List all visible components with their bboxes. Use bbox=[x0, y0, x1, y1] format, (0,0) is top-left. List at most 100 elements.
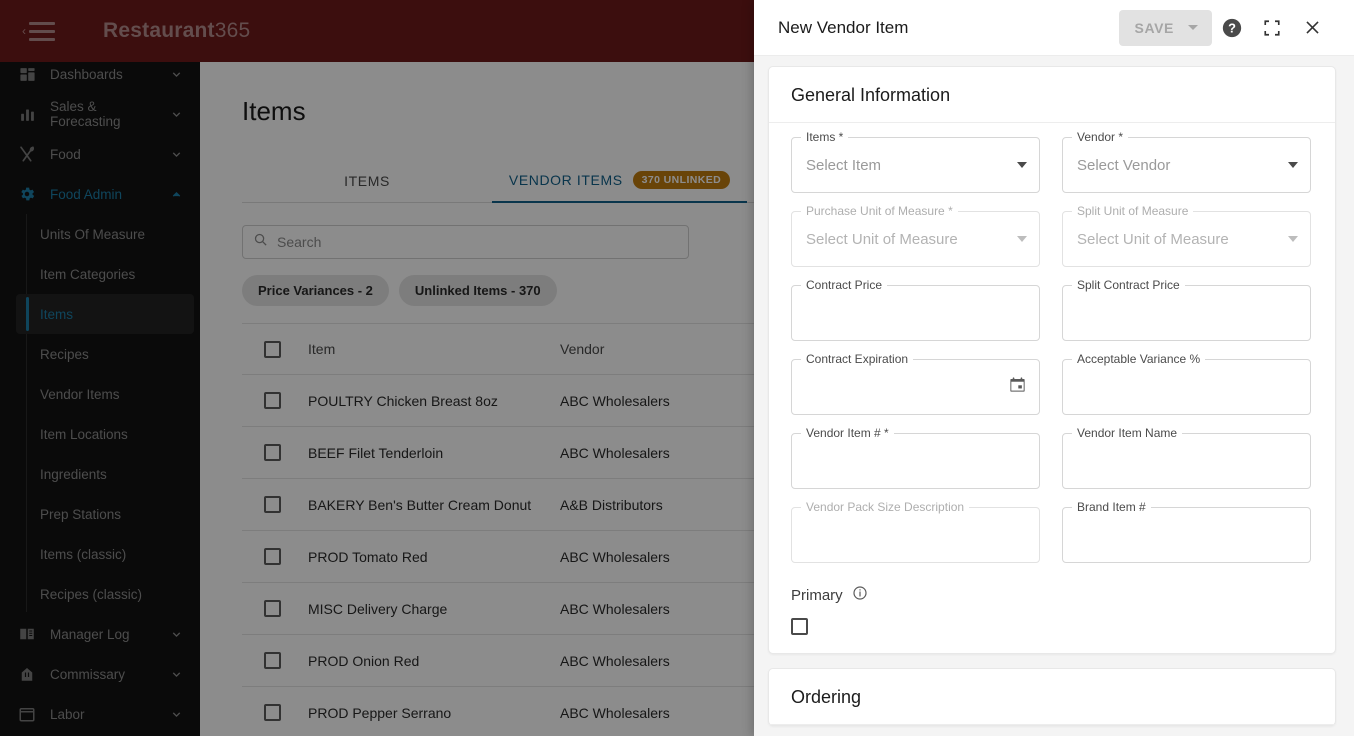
field-label: Contract Price bbox=[801, 278, 888, 292]
cell-item: PROD Pepper Serrano bbox=[308, 704, 452, 721]
primary-label: Primary bbox=[791, 587, 843, 604]
field-items[interactable]: Items * Select Item bbox=[791, 130, 1040, 193]
hamburger-icon[interactable] bbox=[29, 21, 55, 41]
field-label: Vendor Item # * bbox=[801, 426, 894, 440]
sidebar-item-sales-forecasting[interactable]: Sales & Forecasting bbox=[0, 94, 200, 134]
calendar-icon[interactable] bbox=[1008, 375, 1027, 399]
search-icon bbox=[253, 232, 268, 252]
field-label: Purchase Unit of Measure * bbox=[801, 204, 958, 218]
sidebar-item-commissary[interactable]: Commissary bbox=[0, 654, 200, 694]
field-label: Vendor Item Name bbox=[1072, 426, 1183, 440]
chevron-left-icon[interactable]: ‹ bbox=[22, 25, 26, 37]
sidebar-subitem-recipes-classic[interactable]: Recipes (classic) bbox=[0, 574, 200, 614]
bar-chart-icon bbox=[16, 106, 38, 123]
help-circle-icon[interactable]: ? bbox=[1212, 8, 1252, 48]
row-checkbox[interactable] bbox=[264, 496, 281, 513]
sidebar-subitem-label: Ingredients bbox=[40, 466, 107, 482]
row-checkbox[interactable] bbox=[264, 704, 281, 721]
save-button[interactable]: SAVE bbox=[1118, 9, 1212, 46]
field-brand-item-number[interactable]: Brand Item # bbox=[1062, 500, 1311, 563]
row-checkbox[interactable] bbox=[264, 652, 281, 669]
general-information-fields: Items * Select Item Vendor * Select Vend… bbox=[769, 123, 1335, 653]
sidebar-subitem-units-of-measure[interactable]: Units Of Measure bbox=[0, 214, 200, 254]
select-all-cell[interactable] bbox=[242, 340, 308, 358]
chevron-down-icon[interactable] bbox=[1017, 162, 1027, 168]
brand-logo: Restaurant365 bbox=[103, 19, 250, 43]
sidebar-subitem-items-classic[interactable]: Items (classic) bbox=[0, 534, 200, 574]
column-header-item[interactable]: Item bbox=[308, 341, 560, 357]
sidebar-subitem-label: Item Locations bbox=[40, 426, 128, 442]
sidebar-item-food[interactable]: Food bbox=[0, 134, 200, 174]
row-select-cell[interactable] bbox=[242, 444, 308, 461]
chevron-down-icon[interactable] bbox=[1288, 162, 1298, 168]
dashboard-icon bbox=[16, 66, 38, 83]
section-heading-ordering: Ordering bbox=[769, 669, 1335, 725]
panel-title: New Vendor Item bbox=[778, 17, 909, 37]
row-checkbox[interactable] bbox=[264, 392, 281, 409]
primary-checkbox[interactable] bbox=[791, 618, 808, 635]
row-checkbox[interactable] bbox=[264, 548, 281, 565]
field-label: Acceptable Variance % bbox=[1072, 352, 1206, 366]
cell-item: BEEF Filet Tenderloin bbox=[308, 444, 444, 461]
sidebar-item-label: Food Admin bbox=[50, 186, 123, 202]
chip-unlinked-items[interactable]: Unlinked Items - 370 bbox=[398, 275, 557, 306]
row-select-cell[interactable] bbox=[242, 600, 308, 617]
sidebar-item-label: Sales & Forecasting bbox=[50, 99, 121, 129]
field-row: Contract Price Split Contract Price bbox=[791, 278, 1313, 355]
field-split-contract-price[interactable]: Split Contract Price bbox=[1062, 278, 1311, 341]
sidebar-subitem-item-categories[interactable]: Item Categories bbox=[0, 254, 200, 294]
gear-icon bbox=[16, 185, 38, 203]
panel-header: New Vendor Item SAVE ? bbox=[754, 0, 1354, 56]
row-select-cell[interactable] bbox=[242, 652, 308, 669]
field-row: Items * Select Item Vendor * Select Vend… bbox=[791, 130, 1313, 207]
sidebar-item-labor[interactable]: Labor bbox=[0, 694, 200, 734]
field-row: Vendor Item # * Vendor Item Name bbox=[791, 426, 1313, 503]
sidebar-subitem-recipes[interactable]: Recipes bbox=[0, 334, 200, 374]
info-icon[interactable] bbox=[852, 585, 868, 606]
chevron-down-icon[interactable] bbox=[1188, 25, 1198, 30]
sidebar-subitem-label: Units Of Measure bbox=[40, 226, 146, 242]
sidebar-subitem-ingredients[interactable]: Ingredients bbox=[0, 454, 200, 494]
field-row: Purchase Unit of Measure * Select Unit o… bbox=[791, 204, 1313, 281]
field-vendor-item-number[interactable]: Vendor Item # * bbox=[791, 426, 1040, 489]
ordering-card: Ordering bbox=[768, 668, 1336, 726]
field-acceptable-variance[interactable]: Acceptable Variance % bbox=[1062, 352, 1311, 415]
close-icon[interactable] bbox=[1292, 8, 1332, 48]
sidebar-item-manager-log[interactable]: Manager Log bbox=[0, 614, 200, 654]
sidebar-item-label: Commissary bbox=[50, 666, 126, 682]
commissary-icon bbox=[16, 665, 38, 683]
field-row: Vendor Pack Size Description Brand Item … bbox=[791, 500, 1313, 577]
cell-item: BAKERY Ben's Butter Cream Donut bbox=[308, 496, 532, 513]
fullscreen-icon[interactable] bbox=[1252, 8, 1292, 48]
sidebar-subitem-items[interactable]: Items bbox=[16, 294, 194, 334]
row-checkbox[interactable] bbox=[264, 444, 281, 461]
sidebar-subitem-vendor-items[interactable]: Vendor Items bbox=[0, 374, 200, 414]
field-vendor-item-name[interactable]: Vendor Item Name bbox=[1062, 426, 1311, 489]
field-contract-expiration[interactable]: Contract Expiration bbox=[791, 352, 1040, 415]
search-box[interactable] bbox=[242, 225, 689, 259]
sidebar-subitem-label: Vendor Items bbox=[40, 386, 120, 402]
field-vendor[interactable]: Vendor * Select Vendor bbox=[1062, 130, 1311, 193]
select-all-checkbox[interactable] bbox=[264, 340, 281, 358]
brand-name-light: 365 bbox=[214, 19, 251, 42]
sidebar-subitem-item-locations[interactable]: Item Locations bbox=[0, 414, 200, 454]
new-vendor-item-panel: New Vendor Item SAVE ? General Informati… bbox=[754, 0, 1354, 736]
row-select-cell[interactable] bbox=[242, 392, 308, 409]
tab-items[interactable]: ITEMS bbox=[242, 159, 492, 203]
search-input[interactable] bbox=[277, 234, 678, 250]
field-contract-price[interactable]: Contract Price bbox=[791, 278, 1040, 341]
row-select-cell[interactable] bbox=[242, 548, 308, 565]
general-information-card: General Information Items * Select Item … bbox=[768, 66, 1336, 654]
chevron-up-icon bbox=[168, 188, 184, 201]
tab-vendor-items[interactable]: VENDOR ITEMS 370 UNLINKED bbox=[492, 159, 747, 203]
cell-item: POULTRY Chicken Breast 8oz bbox=[308, 392, 498, 409]
chip-price-variances[interactable]: Price Variances - 2 bbox=[242, 275, 389, 306]
sidebar-item-food-admin[interactable]: Food Admin bbox=[0, 174, 200, 214]
row-select-cell[interactable] bbox=[242, 704, 308, 721]
row-checkbox[interactable] bbox=[264, 600, 281, 617]
chevron-down-icon bbox=[168, 68, 184, 81]
row-select-cell[interactable] bbox=[242, 496, 308, 513]
field-row: Contract Expiration Acceptable Variance … bbox=[791, 352, 1313, 429]
cell-item: PROD Tomato Red bbox=[308, 548, 428, 565]
sidebar-subitem-prep-stations[interactable]: Prep Stations bbox=[0, 494, 200, 534]
